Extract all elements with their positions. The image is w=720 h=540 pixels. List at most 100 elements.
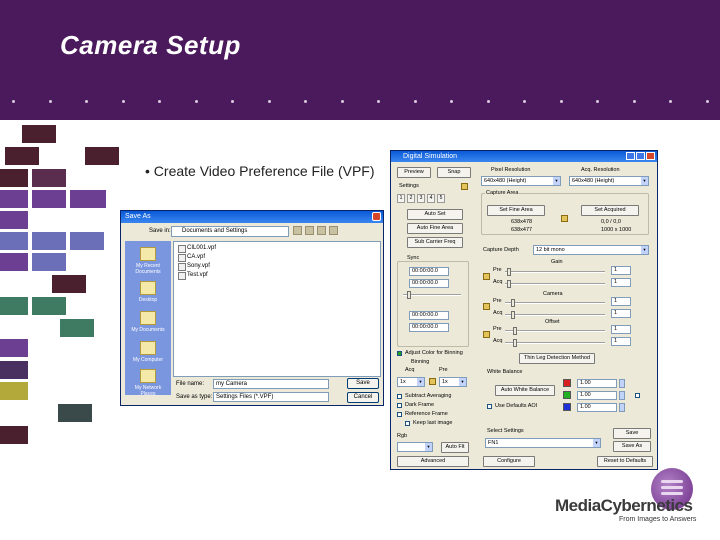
settings-tab[interactable]: 5: [437, 194, 445, 203]
slider-thumb[interactable]: [513, 327, 517, 335]
blue-spinner[interactable]: [619, 403, 625, 412]
rescan-button[interactable]: Thin Leg Detection Method: [519, 353, 595, 364]
binning-y-dropdown[interactable]: 1x: [439, 377, 467, 387]
advanced-button[interactable]: Advanced: [397, 456, 469, 467]
offset-pre-value[interactable]: 1: [611, 325, 631, 334]
set-fine-area-button[interactable]: Set Fine Area: [487, 205, 545, 216]
slider-thumb[interactable]: [511, 311, 515, 319]
link-icon[interactable]: [561, 215, 568, 222]
file-item[interactable]: Test.vpf: [178, 271, 208, 280]
adjust-binning-checkbox[interactable]: [397, 351, 402, 356]
subtract-averaging-checkbox[interactable]: [397, 394, 402, 399]
disk-icon[interactable]: [461, 183, 468, 190]
place-my-computer[interactable]: My Computer: [127, 341, 169, 363]
settings-tab[interactable]: 2: [407, 194, 415, 203]
pixel-resolution-dropdown[interactable]: 640x480 (Height): [481, 176, 561, 186]
gain-pre-value[interactable]: 1: [611, 266, 631, 275]
auto-set-button[interactable]: Auto Set: [407, 209, 463, 220]
sync-time-field[interactable]: 00:00:00.0: [409, 279, 449, 288]
sync-slider[interactable]: [403, 291, 461, 299]
new-folder-icon[interactable]: [317, 226, 326, 235]
acq-resolution-dropdown[interactable]: 640x480 (Height): [569, 176, 649, 186]
green-value[interactable]: 1.00: [577, 391, 617, 400]
select-settings-dropdown[interactable]: FN1: [485, 438, 601, 448]
dark-frame-checkbox[interactable]: [397, 403, 402, 408]
offset-acq-slider[interactable]: [505, 339, 605, 347]
green-swatch[interactable]: [563, 391, 571, 399]
red-swatch[interactable]: [563, 379, 571, 387]
settings-save-button[interactable]: Save: [613, 428, 651, 439]
blue-value[interactable]: 1.00: [577, 403, 617, 412]
up-folder-icon[interactable]: [305, 226, 314, 235]
auto-filter-button[interactable]: Auto Flt: [441, 442, 469, 453]
camera-pre-value[interactable]: 1: [611, 297, 631, 306]
file-item[interactable]: Sony.vpf: [178, 262, 210, 271]
file-item[interactable]: CIL001.vpf: [178, 244, 216, 253]
file-item[interactable]: CA.vpf: [178, 253, 205, 262]
camera-acq-value[interactable]: 1: [611, 309, 631, 318]
auto-white-balance-button[interactable]: Auto White Balance: [495, 385, 555, 396]
select-settings-label: Select Settings: [487, 428, 524, 434]
file-name-input[interactable]: my Camera: [213, 379, 329, 389]
slider-thumb[interactable]: [507, 280, 511, 288]
set-acquired-button[interactable]: Set Acquired: [581, 205, 639, 216]
cancel-button[interactable]: Cancel: [347, 392, 379, 403]
dot-divider: [0, 100, 720, 106]
slider-thumb[interactable]: [511, 299, 515, 307]
close-icon[interactable]: [646, 152, 655, 160]
gain-acq-slider[interactable]: [505, 280, 605, 288]
minimize-icon[interactable]: [626, 152, 635, 160]
lock-icon[interactable]: [483, 331, 490, 338]
red-spinner[interactable]: [619, 379, 625, 388]
gain-acq-value[interactable]: 1: [611, 278, 631, 287]
settings-tab[interactable]: 1: [397, 194, 405, 203]
auto-fine-area-button[interactable]: Auto Fine Area: [407, 223, 463, 234]
settings-tab[interactable]: 3: [417, 194, 425, 203]
close-icon[interactable]: [372, 212, 381, 221]
divider-dot: [669, 100, 672, 103]
decor-tile: [32, 190, 66, 208]
sync-time-field[interactable]: 00:00:00.0: [409, 311, 449, 320]
rgb-dropdown[interactable]: [397, 442, 433, 452]
camera-acq-slider[interactable]: [505, 311, 605, 319]
offset-acq-value[interactable]: 1: [611, 337, 631, 346]
sync-time-field[interactable]: 00:00:00.0: [409, 323, 449, 332]
use-defaults-checkbox[interactable]: [487, 404, 492, 409]
slider-thumb[interactable]: [513, 339, 517, 347]
slider-thumb[interactable]: [507, 268, 511, 276]
keep-last-image-checkbox[interactable]: [405, 421, 410, 426]
lock-icon[interactable]: [483, 303, 490, 310]
place-network[interactable]: My Network Places: [127, 369, 169, 397]
offset-pre-slider[interactable]: [505, 327, 605, 335]
maximize-icon[interactable]: [636, 152, 645, 160]
sync-time-field[interactable]: 00:00:00.0: [409, 267, 449, 276]
save-in-dropdown[interactable]: Documents and Settings: [171, 226, 289, 237]
capture-depth-dropdown[interactable]: 12 bit mono: [533, 245, 649, 255]
reference-frame-checkbox[interactable]: [397, 412, 402, 417]
save-button[interactable]: Save: [347, 378, 379, 389]
binning-x-dropdown[interactable]: 1x: [397, 377, 425, 387]
gain-pre-slider[interactable]: [505, 268, 605, 276]
place-desktop[interactable]: Desktop: [127, 281, 169, 303]
place-recent-documents[interactable]: My Recent Documents: [127, 247, 169, 275]
back-icon[interactable]: [293, 226, 302, 235]
place-my-documents[interactable]: My Documents: [127, 311, 169, 333]
settings-save-as-button[interactable]: Save As: [613, 441, 651, 452]
blue-swatch[interactable]: [563, 403, 571, 411]
reset-defaults-button[interactable]: Reset to Defaults: [597, 456, 653, 467]
settings-tab[interactable]: 4: [427, 194, 435, 203]
view-menu-icon[interactable]: [329, 226, 338, 235]
configure-button[interactable]: Configure: [483, 456, 535, 467]
red-value[interactable]: 1.00: [577, 379, 617, 388]
save-type-dropdown[interactable]: Settings Files (*.VPF): [213, 392, 329, 402]
green-spinner[interactable]: [619, 391, 625, 400]
slider-thumb[interactable]: [407, 291, 411, 299]
white-extra-checkbox[interactable]: [635, 393, 640, 398]
sub-carrier-button[interactable]: Sub Carrier Freq: [407, 237, 463, 248]
place-label: Desktop: [138, 297, 158, 303]
snap-button[interactable]: Snap: [437, 167, 471, 178]
camera-pre-slider[interactable]: [505, 299, 605, 307]
link-icon[interactable]: [429, 378, 436, 385]
lock-icon[interactable]: [483, 273, 490, 280]
preview-button[interactable]: Preview: [397, 167, 431, 178]
